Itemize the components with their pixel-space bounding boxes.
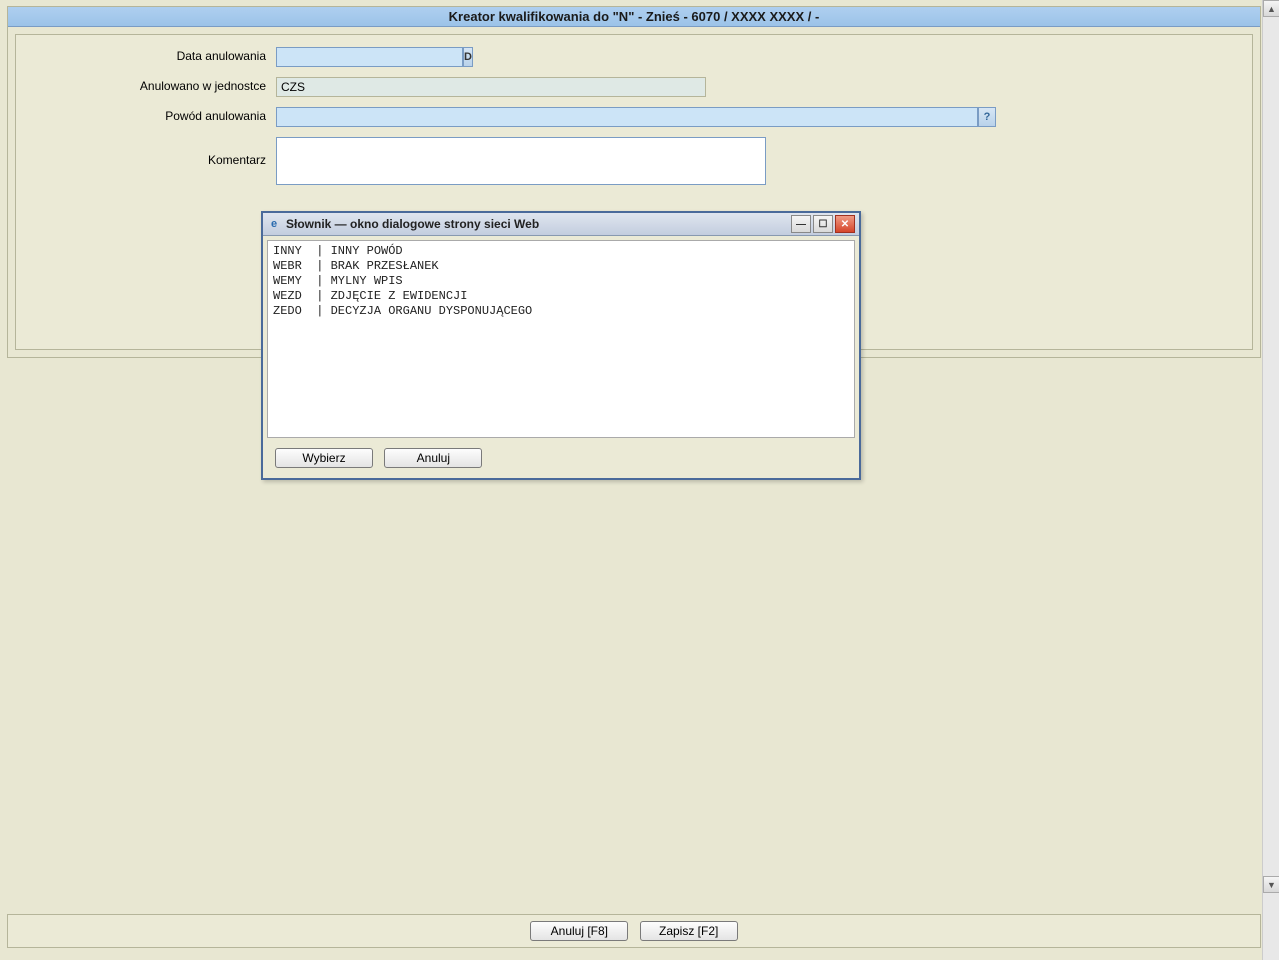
dialog-title-text: Słownik — okno dialogowe strony sieci We… [286, 217, 539, 231]
ie-icon: e [267, 217, 281, 231]
dictionary-item[interactable]: WEBR | BRAK PRZESŁANEK [273, 259, 849, 274]
dialog-cancel-button[interactable]: Anuluj [384, 448, 482, 468]
row-date: Data anulowania D [28, 47, 1240, 67]
dictionary-dialog: e Słownik — okno dialogowe strony sieci … [261, 211, 861, 480]
save-button[interactable]: Zapisz [F2] [640, 921, 738, 941]
row-reason: Powód anulowania ? [28, 107, 1240, 127]
dialog-window-controls: — ☐ ✕ [791, 215, 855, 233]
reason-field-wrap: ? [276, 107, 996, 127]
row-unit: Anulowano w jednostce CZS [28, 77, 1240, 97]
dictionary-item[interactable]: WEMY | MYLNY WPIS [273, 274, 849, 289]
reason-input[interactable] [276, 107, 978, 127]
label-unit: Anulowano w jednostce [28, 77, 276, 93]
dictionary-item[interactable]: INNY | INNY POWÓD [273, 244, 849, 259]
date-field-wrap: D [276, 47, 386, 67]
scroll-down-icon[interactable]: ▼ [1263, 876, 1279, 893]
unit-field: CZS [276, 77, 706, 97]
reason-lookup-button[interactable]: ? [978, 107, 996, 127]
dialog-list[interactable]: INNY | INNY POWÓDWEBR | BRAK PRZESŁANEKW… [267, 240, 855, 438]
comment-textarea[interactable] [276, 137, 766, 185]
window-title: Kreator kwalifikowania do "N" - Znieś - … [8, 7, 1260, 27]
scroll-up-icon[interactable]: ▲ [1263, 0, 1279, 17]
cancel-button[interactable]: Anuluj [F8] [530, 921, 628, 941]
bottom-toolbar: Anuluj [F8] Zapisz [F2] [7, 914, 1261, 948]
label-reason: Powód anulowania [28, 107, 276, 123]
dialog-titlebar: e Słownik — okno dialogowe strony sieci … [263, 213, 859, 236]
close-icon[interactable]: ✕ [835, 215, 855, 233]
label-comment: Komentarz [28, 137, 276, 167]
dialog-select-button[interactable]: Wybierz [275, 448, 373, 468]
page-scrollbar[interactable]: ▲ ▼ [1262, 0, 1279, 960]
maximize-icon[interactable]: ☐ [813, 215, 833, 233]
dictionary-item[interactable]: WEZD | ZDJĘCIE Z EWIDENCJI [273, 289, 849, 304]
date-picker-button[interactable]: D [463, 47, 473, 67]
label-date: Data anulowania [28, 47, 276, 63]
dialog-button-row: Wybierz Anuluj [263, 442, 859, 478]
date-input[interactable] [276, 47, 463, 67]
row-comment: Komentarz [28, 137, 1240, 185]
dictionary-item[interactable]: ZEDO | DECYZJA ORGANU DYSPONUJĄCEGO [273, 304, 849, 319]
minimize-icon[interactable]: — [791, 215, 811, 233]
